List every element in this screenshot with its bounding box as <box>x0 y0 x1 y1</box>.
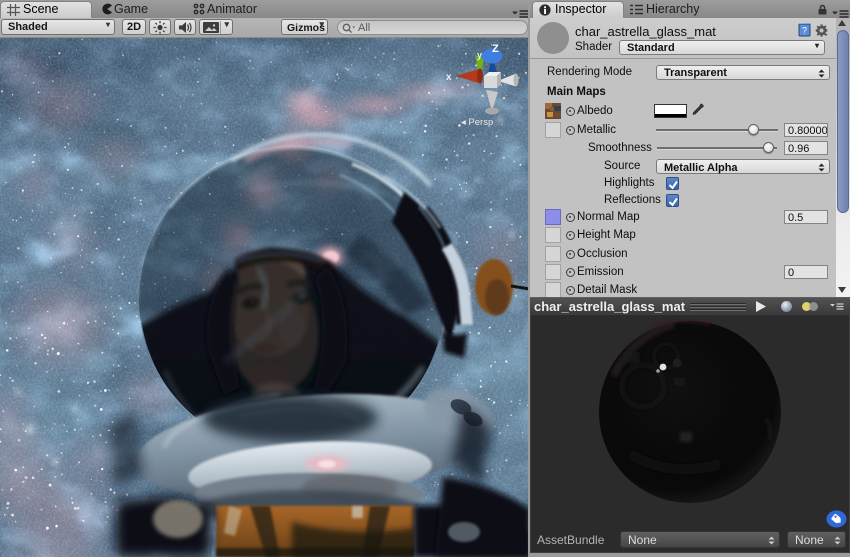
svg-text:◂ Persp: ◂ Persp <box>461 117 493 128</box>
svg-text:y: y <box>477 50 482 60</box>
svg-text:?: ? <box>802 26 807 36</box>
svg-text:Z: Z <box>492 43 499 55</box>
svg-text:x: x <box>446 72 452 83</box>
